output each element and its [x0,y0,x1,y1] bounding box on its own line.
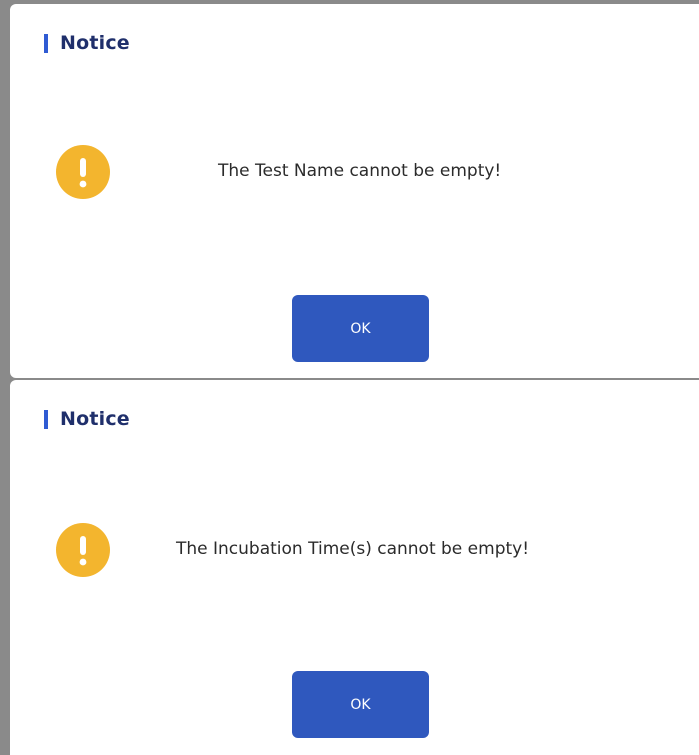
notice-dialog-test-name: Notice The Test Name cannot be empty! OK [10,4,699,378]
dialog-message: The Incubation Time(s) cannot be empty! [176,539,530,559]
warning-icon [56,523,110,577]
notice-dialog-incubation-time: Notice The Incubation Time(s) cannot be … [10,380,699,755]
ok-button[interactable]: OK [292,671,429,738]
dialog-header: Notice [44,408,130,430]
ok-button[interactable]: OK [292,295,429,362]
title-accent-bar [44,409,48,429]
dialog-title: Notice [60,32,130,54]
dialog-message: The Test Name cannot be empty! [218,161,502,181]
dialog-title: Notice [60,408,130,430]
dialog-header: Notice [44,32,130,54]
warning-icon [56,145,110,199]
title-accent-bar [44,33,48,53]
